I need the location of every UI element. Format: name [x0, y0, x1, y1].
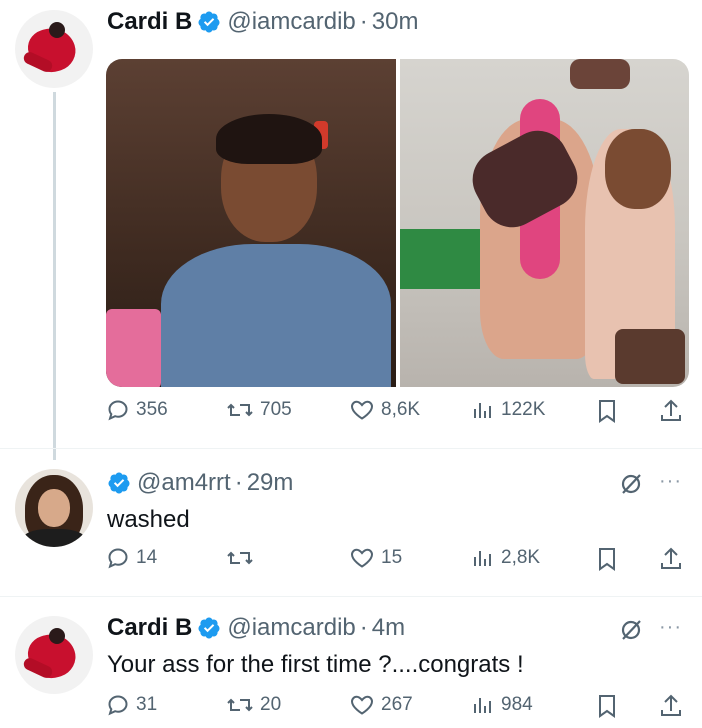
retweet-button[interactable]: 705 [226, 398, 292, 422]
retweet-count: 705 [260, 399, 292, 420]
retweet-button[interactable] [226, 546, 260, 570]
tweet-text: Your ass for the first time ?....congrat… [107, 651, 524, 678]
verified-badge-icon [197, 10, 221, 34]
photo-left[interactable] [106, 59, 396, 387]
reply-count: 356 [136, 399, 168, 420]
views-count: 122K [501, 399, 546, 420]
action-bar: 31 20 267 984 [0, 693, 702, 725]
like-button[interactable]: 15 [349, 546, 402, 570]
views-button[interactable]: 2,8K [471, 546, 540, 570]
reply-button[interactable]: 14 [106, 546, 157, 570]
bookmark-button[interactable] [595, 693, 619, 719]
action-bar: 14 15 2,8K [0, 546, 702, 578]
retweet-icon [227, 551, 253, 565]
like-button[interactable]: 8,6K [349, 398, 420, 422]
photo-detail [615, 329, 685, 384]
grok-icon[interactable] [618, 471, 644, 497]
divider [0, 596, 702, 597]
tweet-media[interactable] [106, 59, 689, 387]
reply-button[interactable]: 31 [106, 693, 157, 717]
tweet-text: washed [107, 506, 190, 533]
timestamp[interactable]: 29m [247, 469, 294, 497]
tweet-header: @am4rrt · 29m [107, 469, 293, 497]
photo-detail [106, 309, 161, 387]
separator-dot: · [359, 8, 368, 35]
photo-detail [216, 114, 322, 164]
share-button[interactable] [659, 693, 683, 719]
reply-icon [108, 548, 128, 569]
avatar-figure [49, 22, 65, 38]
tweet-header: Cardi B @iamcardib · 30m [107, 8, 418, 36]
bookmark-icon [599, 695, 615, 718]
timestamp[interactable]: 4m [372, 614, 405, 642]
reply-icon [108, 400, 128, 421]
divider [0, 448, 702, 449]
like-count: 267 [381, 694, 413, 715]
views-count: 984 [501, 694, 533, 715]
avatar-figure [49, 628, 65, 644]
avatar[interactable] [15, 469, 93, 547]
views-button[interactable]: 122K [471, 398, 545, 422]
views-count: 2,8K [501, 547, 541, 568]
bookmark-button[interactable] [595, 546, 619, 572]
like-icon [350, 400, 374, 420]
like-count: 15 [381, 547, 403, 568]
more-icon[interactable]: ··· [659, 470, 682, 493]
retweet-button[interactable]: 20 [226, 693, 281, 717]
avatar[interactable] [15, 616, 93, 694]
reply-count: 14 [136, 547, 158, 568]
share-icon [661, 694, 681, 716]
reply-button[interactable]: 356 [106, 398, 168, 422]
like-icon [350, 695, 374, 715]
share-button[interactable] [659, 398, 683, 424]
more-icon[interactable]: ··· [659, 616, 682, 639]
handle[interactable]: @iamcardib [227, 614, 355, 642]
reply-icon [108, 695, 128, 716]
separator-dot: · [359, 614, 368, 641]
photo-right[interactable] [400, 59, 689, 387]
photo-detail [161, 244, 391, 387]
verified-badge-icon [107, 471, 131, 495]
verified-badge-icon [197, 616, 221, 640]
timestamp[interactable]: 30m [372, 8, 419, 36]
photo-detail [570, 59, 630, 89]
retweet-icon [227, 403, 253, 417]
retweet-icon [227, 698, 253, 712]
share-icon [661, 547, 681, 569]
share-button[interactable] [659, 546, 683, 572]
share-icon [661, 399, 681, 421]
bookmark-button[interactable] [595, 398, 619, 424]
views-icon [474, 698, 491, 713]
like-icon [350, 548, 374, 568]
bookmark-icon [599, 400, 615, 423]
avatar-figure [38, 489, 70, 527]
avatar-figure [21, 529, 87, 547]
grok-icon[interactable] [618, 617, 644, 643]
display-name[interactable]: Cardi B [107, 8, 192, 36]
handle[interactable]: @iamcardib [227, 8, 355, 36]
retweet-count: 20 [260, 694, 282, 715]
views-button[interactable]: 984 [471, 693, 533, 717]
tweet-header: Cardi B @iamcardib · 4m [107, 614, 405, 642]
action-bar: 356 705 8,6K 122K [0, 398, 702, 430]
handle[interactable]: @am4rrt [137, 469, 231, 497]
reply-count: 31 [136, 694, 158, 715]
like-count: 8,6K [381, 399, 421, 420]
views-icon [474, 551, 491, 566]
like-button[interactable]: 267 [349, 693, 413, 717]
views-icon [474, 403, 491, 418]
avatar[interactable] [15, 10, 93, 88]
display-name[interactable]: Cardi B [107, 614, 192, 642]
photo-detail [605, 129, 671, 209]
bookmark-icon [599, 548, 615, 571]
separator-dot: · [234, 469, 243, 496]
